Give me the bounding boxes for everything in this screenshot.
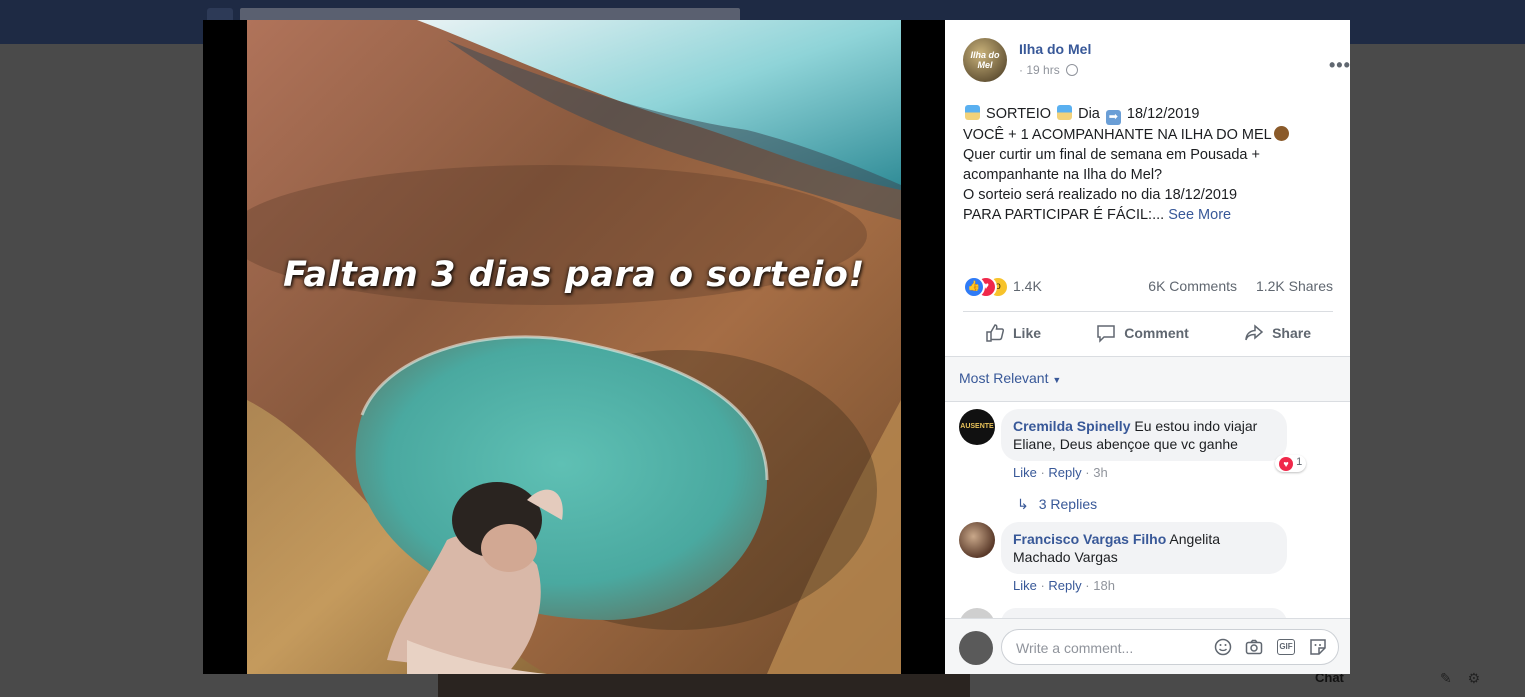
post-side-panel: Ilha do Mel Ilha do Mel · 19 hrs ••• SOR…: [945, 20, 1350, 674]
comment-reaction-count: 1: [1296, 456, 1303, 468]
right-arrow-emoji-icon: ➡: [1105, 110, 1121, 125]
most-relevant-dropdown[interactable]: Most Relevant ▼: [959, 370, 1061, 386]
comment-actions: Like · Reply · 3h: [1013, 465, 1108, 480]
comment-like-link[interactable]: Like: [1013, 578, 1037, 593]
comment-input[interactable]: [1014, 630, 1208, 666]
caret-down-icon: ▼: [1052, 375, 1062, 385]
post-meta: · 19 hrs: [1019, 63, 1079, 77]
post-photo[interactable]: Faltam 3 dias para o sorteio!: [247, 20, 901, 674]
post-text-line: PARA PARTICIPAR É FÁCIL:... See More: [963, 205, 1333, 225]
see-more-link[interactable]: See More: [1168, 207, 1231, 223]
post-text-line-3: Quer curtir um final de semana em Pousad…: [963, 147, 1260, 163]
post-time[interactable]: 19 hrs: [1026, 63, 1059, 77]
divider: [963, 311, 1333, 312]
sticker-icon[interactable]: [1309, 638, 1327, 656]
comment-bubble: Cremilda Spinelly Eu estou indo viajar E…: [1001, 409, 1287, 461]
comment-author-link[interactable]: Francisco Vargas Filho: [1013, 531, 1166, 547]
like-button[interactable]: Like: [963, 317, 1063, 349]
replies-count: 3 Replies: [1038, 496, 1098, 512]
post-text-line: SORTEIO Dia ➡ 18/12/2019: [963, 104, 1333, 125]
comment-reaction-badge[interactable]: ♥ 1: [1275, 455, 1307, 472]
beach-emoji-icon: [965, 105, 980, 120]
comment-like-link[interactable]: Like: [1013, 465, 1037, 480]
comment-reply-link[interactable]: Reply: [1048, 578, 1081, 593]
page-name-link[interactable]: Ilha do Mel: [1019, 41, 1091, 57]
post-text-line: VOCÊ + 1 ACOMPANHANTE NA ILHA DO MEL: [963, 125, 1333, 145]
thumbs-up-icon: [986, 324, 1005, 342]
view-replies-link[interactable]: ↳ 3 Replies: [1017, 496, 1097, 513]
reaction-summary[interactable]: 👍 ♥ o 1.4K 6K Comments 1.2K Shares: [963, 276, 1333, 298]
share-arrow-icon: [1245, 324, 1264, 341]
camera-icon[interactable]: [1245, 638, 1263, 656]
comment-reply-link[interactable]: Reply: [1048, 465, 1081, 480]
shares-count[interactable]: 1.2K Shares: [1256, 278, 1333, 294]
comment-input-box[interactable]: GIF: [1001, 629, 1339, 666]
commenter-avatar[interactable]: [959, 522, 995, 558]
love-reaction-icon: ♥: [1279, 457, 1293, 471]
chat-tool-icons[interactable]: ✎ ⚙: [1440, 670, 1486, 687]
reaction-count[interactable]: 1.4K: [1013, 278, 1042, 294]
globe-icon[interactable]: [1066, 64, 1079, 76]
post-text-line-2: VOCÊ + 1 ACOMPANHANTE NA ILHA DO MEL: [963, 127, 1272, 143]
comment-author-link[interactable]: Cremilda Spinelly: [1013, 418, 1130, 434]
page-avatar-text: Ilha do Mel: [970, 50, 1000, 70]
commenter-avatar[interactable]: AUSENTE: [959, 409, 995, 445]
comment-button[interactable]: Comment: [1074, 317, 1211, 349]
comment-bubble: Francisco Vargas Filho Angelita Machado …: [1001, 522, 1287, 574]
gif-icon[interactable]: GIF: [1277, 639, 1295, 655]
post-header: Ilha do Mel Ilha do Mel · 19 hrs •••: [963, 38, 1350, 88]
share-label: Share: [1272, 325, 1311, 341]
more-options-icon[interactable]: •••: [1329, 56, 1350, 74]
background-post-strip: [438, 674, 970, 697]
speech-bubble-icon: [1097, 325, 1116, 343]
post-text-line-6: PARA PARTICIPAR É FÁCIL:...: [963, 207, 1165, 223]
emoji-icon[interactable]: [1214, 638, 1232, 656]
commenter-avatar-text: AUSENTE: [960, 423, 994, 430]
comments-count[interactable]: 6K Comments: [1148, 278, 1237, 294]
honey-pot-emoji-icon: [1273, 126, 1289, 141]
post-text-sorteio: SORTEIO: [986, 106, 1052, 122]
post-text-dia: Dia: [1078, 106, 1100, 122]
page-avatar[interactable]: Ilha do Mel: [963, 38, 1007, 82]
divider: [945, 401, 1350, 402]
beach-emoji-icon: [1057, 105, 1073, 120]
post-text: SORTEIO Dia ➡ 18/12/2019 VOCÊ + 1 ACOMPA…: [963, 104, 1333, 225]
meta-dot: ·: [1019, 63, 1023, 77]
like-reaction-icon: 👍: [963, 276, 985, 298]
post-text-date: 18/12/2019: [1126, 106, 1200, 122]
comment-time[interactable]: 18h: [1093, 578, 1115, 593]
photo-caption: Faltam 3 dias para o sorteio!: [283, 255, 865, 295]
share-button[interactable]: Share: [1222, 317, 1333, 349]
like-label: Like: [1013, 325, 1042, 341]
post-actions: Like Comment Share: [963, 317, 1333, 349]
current-user-avatar[interactable]: [959, 631, 993, 665]
reply-arrow-icon: ↳: [1017, 496, 1029, 512]
post-text-line-4: acompanhante na Ilha do Mel?: [963, 167, 1163, 183]
comment-time[interactable]: 3h: [1093, 465, 1107, 480]
photo-scene: [247, 20, 901, 674]
comment-composer: GIF: [945, 618, 1350, 674]
comment-actions: Like · Reply · 18h: [1013, 578, 1115, 593]
post-text-line-5: O sorteio será realizado no dia 18/12/20…: [963, 187, 1238, 203]
comment-label: Comment: [1124, 325, 1189, 341]
most-relevant-label: Most Relevant: [959, 370, 1049, 386]
